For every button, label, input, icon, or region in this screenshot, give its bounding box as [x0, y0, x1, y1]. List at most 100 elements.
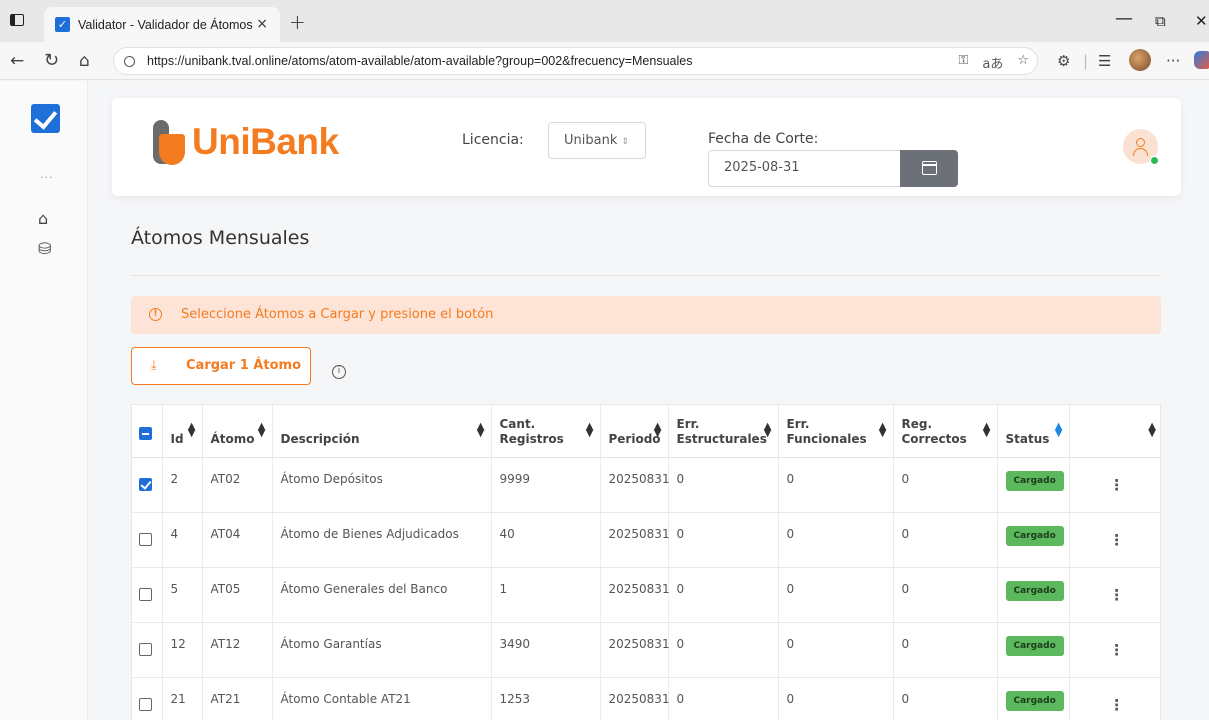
column-header-err-estructurales[interactable]: Err. Estructurales ▲ ▼ [668, 405, 779, 458]
row-actions-kebab-icon[interactable]: ⋮ [1078, 637, 1157, 659]
cell-cant-registros: 40 [491, 512, 601, 568]
cell-actions: ⋮ [1069, 567, 1160, 623]
validator-favicon-icon: ✓ [55, 17, 70, 32]
cell-err-funcionales: 0 [778, 677, 894, 720]
cell-cant-registros: 3490 [491, 622, 601, 678]
browser-tab-active[interactable]: ✓ Validator - Validador de Átomos × [44, 7, 280, 42]
cell-status: Cargado [997, 622, 1070, 678]
table-row[interactable]: 2 AT02 Átomo Depósitos 9999 20250831 0 0 0 Carga… [132, 457, 1160, 513]
column-header-periodo[interactable]: Periodo ▲ ▼ [600, 405, 669, 458]
sort-icon: ▲ ▼ [878, 421, 887, 439]
read-aloud-icon[interactable]: aあ [982, 53, 1003, 72]
table-row[interactable]: 12 AT12 Átomo Garantías 3490 20250831 0 0 0 Carg… [132, 622, 1160, 678]
table-row[interactable]: 21 AT21 Átomo Contable AT21 1253 20250831 0 0 0… [132, 677, 1160, 720]
cell-cant-registros: 1253 [491, 677, 601, 720]
column-header-id[interactable]: Id ▲ ▼ [162, 405, 203, 458]
database-icon[interactable]: ⛁ [38, 239, 51, 258]
tab-title: Validator - Validador de Átomos [78, 17, 253, 32]
row-select-cell [132, 567, 163, 623]
cell-actions: ⋮ [1069, 512, 1160, 568]
online-status-dot [1150, 156, 1159, 165]
window-close-button[interactable]: ✕ [1195, 12, 1208, 30]
favorites-icon[interactable]: ☰ [1098, 52, 1111, 70]
tab-close-icon[interactable]: × [256, 16, 268, 32]
extensions-icon[interactable]: ⚙ [1057, 52, 1070, 70]
row-checkbox[interactable] [139, 532, 153, 546]
cell-id: 12 [162, 622, 203, 678]
window-minimize-button[interactable]: — [1115, 8, 1133, 29]
sort-icon: ▲ ▼ [585, 421, 594, 439]
column-header-actions[interactable]: ▲ ▼ [1069, 405, 1160, 458]
licencia-select[interactable]: Unibank ⇕ [548, 122, 646, 159]
column-header-err-funcionales[interactable]: Err. Funcionales ▲ ▼ [778, 405, 894, 458]
row-select-cell [132, 457, 163, 513]
row-select-cell [132, 512, 163, 568]
favorite-star-icon[interactable]: ☆ [1017, 53, 1029, 72]
row-checkbox[interactable] [139, 642, 153, 656]
cell-descripcion: Átomo Generales del Banco [272, 567, 492, 623]
column-header-descripcion[interactable]: Descripción ▲ ▼ [272, 405, 492, 458]
cell-descripcion: Átomo Contable AT21 [272, 677, 492, 720]
site-info-icon[interactable] [124, 55, 135, 67]
back-arrow-icon[interactable]: ← [10, 51, 24, 71]
cell-reg-correctos: 0 [893, 457, 998, 513]
cell-err-estructurales: 0 [668, 677, 779, 720]
key-icon[interactable]: ⚿ [958, 53, 968, 72]
sidebar-toggle-icon[interactable] [10, 14, 24, 26]
info-icon[interactable]: i [332, 365, 346, 379]
select-all-checkbox[interactable] [139, 427, 153, 441]
cell-reg-correctos: 0 [893, 512, 998, 568]
row-checkbox[interactable] [139, 477, 153, 491]
row-actions-kebab-icon[interactable]: ⋮ [1078, 527, 1157, 549]
column-header-status[interactable]: Status ▲ ▼ [997, 405, 1070, 458]
unibank-logo-icon [153, 120, 187, 166]
column-header-atomo[interactable]: Átomo ▲ ▼ [202, 405, 273, 458]
table-header-row: Id ▲ ▼ Átomo ▲ ▼ Descripción ▲ ▼ Cant. Registr… [132, 405, 1160, 458]
row-checkbox[interactable] [139, 587, 153, 601]
more-options-icon[interactable]: ··· [1166, 52, 1180, 70]
column-header-cant-registros[interactable]: Cant. Registros ▲ ▼ [491, 405, 601, 458]
row-actions-kebab-icon[interactable]: ⋮ [1078, 472, 1157, 494]
alert-info-icon: ! [149, 308, 162, 321]
cell-atomo: AT21 [202, 677, 273, 720]
column-header-reg-correctos[interactable]: Reg. Correctos ▲ ▼ [893, 405, 998, 458]
cell-err-estructurales: 0 [668, 512, 779, 568]
row-actions-kebab-icon[interactable]: ⋮ [1078, 692, 1157, 714]
cell-id: 21 [162, 677, 203, 720]
browser-profile-avatar[interactable] [1129, 49, 1151, 71]
row-checkbox[interactable] [139, 697, 153, 711]
home-icon[interactable]: ⌂ [38, 209, 48, 228]
cell-periodo: 20250831 [600, 457, 670, 513]
load-atoms-button[interactable]: ⤓ Cargar 1 Átomo [131, 347, 311, 385]
reload-icon[interactable]: ↻ [44, 50, 59, 71]
status-badge: Cargado [1005, 690, 1064, 711]
select-all-cell [132, 405, 163, 458]
validator-logo-icon[interactable] [31, 104, 60, 133]
alert-text: Seleccione Átomos a Cargar y presione el… [181, 307, 494, 322]
address-bar[interactable]: https://unibank.tval.online/atoms/atom-a… [113, 47, 1038, 75]
sort-active-icon: ▲ ▼ [1054, 421, 1063, 439]
table-row[interactable]: 4 AT04 Átomo de Bienes Adjudicados 40 202508… [132, 512, 1160, 568]
row-select-cell [132, 622, 163, 678]
url-text[interactable]: https://unibank.tval.online/atoms/atom-a… [147, 54, 692, 68]
cell-descripcion: Átomo Garantías [272, 622, 492, 678]
home-icon[interactable]: ⌂ [79, 51, 90, 71]
row-actions-kebab-icon[interactable]: ⋮ [1078, 582, 1157, 604]
calendar-button[interactable] [900, 150, 958, 187]
header-card: UniBank Licencia: Unibank ⇕ Fecha de Cort… [112, 98, 1181, 196]
cell-err-funcionales: 0 [778, 457, 894, 513]
cell-status: Cargado [997, 512, 1070, 568]
fecha-corte-input[interactable]: 2025-08-31 [708, 150, 900, 187]
cell-atomo: AT02 [202, 457, 273, 513]
rail-more-icon: ··· [40, 171, 54, 184]
cell-atomo: AT12 [202, 622, 273, 678]
cell-status: Cargado [997, 677, 1070, 720]
new-tab-button[interactable]: + [289, 10, 306, 34]
status-badge: Cargado [1005, 470, 1064, 491]
table-row[interactable]: 5 AT05 Átomo Generales del Banco 1 20250831 0… [132, 567, 1160, 623]
user-avatar[interactable] [1123, 129, 1159, 165]
copilot-icon[interactable] [1194, 51, 1209, 69]
select-caret-icon: ⇕ [621, 137, 629, 147]
title-divider [131, 275, 1161, 276]
window-restore-button[interactable]: ⧉ [1155, 12, 1166, 30]
